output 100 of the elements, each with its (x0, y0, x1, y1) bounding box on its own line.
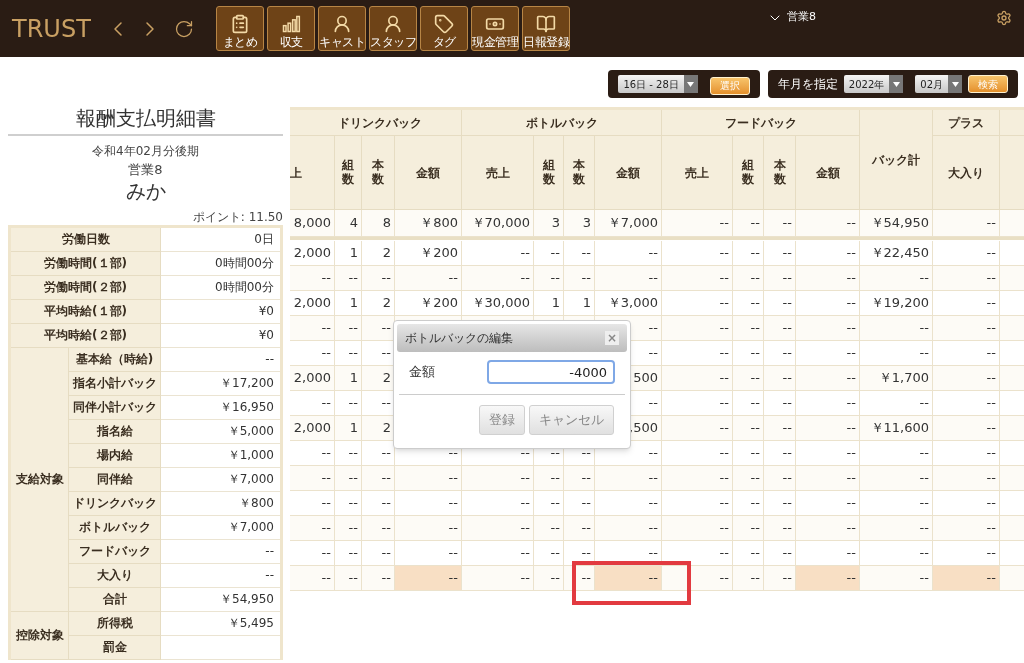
dialog-title: ボトルバックの編集 (405, 330, 513, 347)
table-cell: 3 (564, 210, 595, 237)
table-cell: -- (335, 566, 362, 591)
column-header: 組数 (534, 136, 564, 210)
bar-chart-icon (281, 14, 301, 34)
table-cell: -- (534, 566, 564, 591)
row-label: 基本給（時給) (69, 347, 161, 372)
row-label: ボトルバック (69, 515, 161, 540)
table-cell: -- (595, 566, 662, 591)
row-label: 場内給 (69, 443, 161, 468)
row-value: 0時間00分 (161, 275, 280, 300)
group-header: ドリンクバック (290, 110, 462, 136)
row-label: 指名小計バック (69, 371, 161, 396)
range-select[interactable]: 16日 - 28日 (618, 75, 698, 93)
clipboard-icon (230, 14, 250, 34)
settings-icon[interactable] (996, 9, 1012, 26)
column-header: 本数 (564, 136, 595, 210)
row-value: ￥7,000 (161, 467, 280, 492)
column-header: 売上 (662, 136, 733, 210)
table-cell: -- (933, 210, 1000, 237)
toolbar-button[interactable]: タグ (420, 6, 468, 51)
toolbar-button[interactable]: 日報登録 (522, 6, 570, 51)
row-label: 平均時給(２部) (11, 323, 161, 348)
table-cell: -- (662, 566, 733, 591)
row-value: 0時間00分 (161, 251, 280, 276)
group-header: プラス (933, 110, 1000, 136)
month-select[interactable]: 02月 (915, 75, 962, 93)
toolbar-button[interactable]: 現金管理 (471, 6, 519, 51)
column-header: 本数 (764, 136, 796, 210)
column-header: 組数 (335, 136, 362, 210)
tag-icon (434, 14, 454, 34)
table-cell: -- (796, 566, 860, 591)
row-value: ￥54,950 (161, 587, 280, 612)
field-label: 金額 (409, 363, 436, 382)
row-value: -- (161, 347, 280, 372)
row-label: 所得税 (69, 611, 161, 636)
month-label: 年月を指定 (777, 76, 838, 93)
table-cell: -- (733, 566, 764, 591)
group-header: ボトルバック (462, 110, 662, 136)
column-header: バック計 (860, 110, 933, 210)
row-value: 0日 (161, 227, 280, 252)
row-label: 大入り (69, 563, 161, 588)
column-header: 金額 (595, 136, 662, 210)
person-icon (332, 14, 352, 34)
user-menu[interactable]: 営業8 (767, 9, 816, 26)
column-header: 売上 (462, 136, 534, 210)
column-header: 組数 (733, 136, 764, 210)
column-header: 本数 (362, 136, 395, 210)
row-value: ￥5,495 (161, 611, 280, 636)
logo: TRUST (12, 14, 92, 43)
amount-field[interactable]: -4000 (487, 360, 615, 384)
toolbar-button[interactable]: 収支 (267, 6, 315, 51)
row-label: 同伴小計バック (69, 395, 161, 420)
table-cell: 8,000 (290, 210, 335, 237)
row-label: 平均時給(１部) (11, 299, 161, 324)
table-cell: -- (395, 566, 462, 591)
row-value: -- (161, 539, 280, 564)
row-value: ￥5,000 (161, 419, 280, 444)
row-label: 労働時間(２部) (11, 275, 161, 300)
column-header: 上 (290, 136, 335, 210)
table-cell: -- (796, 210, 860, 237)
year-select[interactable]: 2022年 (843, 75, 904, 93)
cast-name: みか (124, 179, 167, 202)
row-value: -- (161, 563, 280, 588)
row-label: 合計 (69, 587, 161, 612)
refresh-icon[interactable] (174, 18, 194, 39)
table-cell: 4 (335, 210, 362, 237)
table-cell: ￥800 (395, 210, 462, 237)
column-header: 大入り (933, 136, 1000, 210)
table-cell: ￥7,000 (595, 210, 662, 237)
table-cell: -- (764, 210, 796, 237)
row-value: ￥1,000 (161, 443, 280, 468)
toolbar-button[interactable]: キャスト (318, 6, 366, 51)
row-label: 労働日数 (11, 227, 161, 252)
row-value: ￥7,000 (161, 515, 280, 540)
table-cell: 8 (362, 210, 395, 237)
row-value: ￥800 (161, 491, 280, 516)
column-header: 金額 (796, 136, 860, 210)
row-value: ¥0 (161, 299, 280, 324)
statement-period: 令和4年02月分後期 (91, 143, 200, 160)
row-value: ￥17,200 (161, 371, 280, 396)
statement-title: 報酬支払明細書 (8, 103, 283, 136)
column-header: 金額 (395, 136, 462, 210)
row-value: ￥16,950 (161, 395, 280, 420)
table-cell: ￥54,950 (860, 210, 933, 237)
row-value: ¥0 (161, 323, 280, 348)
row-label: 指名給 (69, 419, 161, 444)
row-label: フードバック (69, 539, 161, 564)
toolbar-button[interactable]: スタッフ (369, 6, 417, 51)
group-header: フードバック (662, 110, 860, 136)
table-cell: ￥70,000 (462, 210, 534, 237)
group-label: 控除対象 (11, 611, 69, 660)
table-cell: -- (290, 566, 335, 591)
group-label: 支給対象 (11, 347, 69, 612)
toolbar-button[interactable]: まとめ (216, 6, 264, 51)
table-cell: -- (933, 566, 1000, 591)
table-cell: -- (662, 210, 733, 237)
table-cell: 3 (534, 210, 564, 237)
staff-name: 営業8 (127, 161, 164, 179)
row-label: 罰金 (69, 635, 161, 660)
